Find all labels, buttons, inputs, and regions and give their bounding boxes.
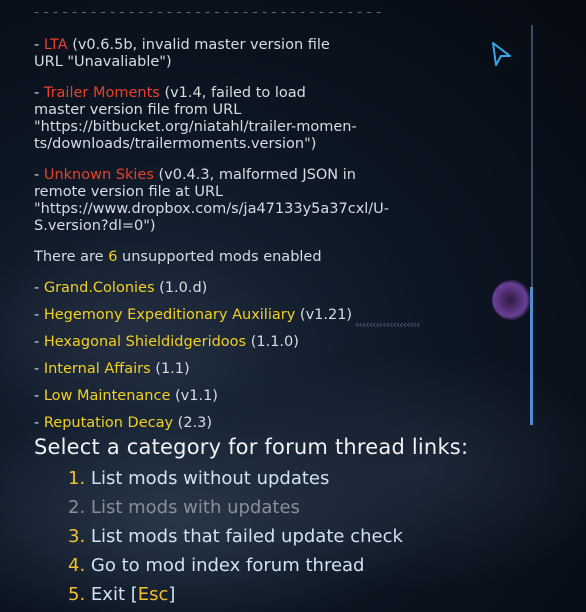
mod-version: (1.1)	[155, 361, 190, 377]
clipped-text-top: - - - - - - - - - - - - - - - - - - - - …	[34, 12, 382, 20]
menu-item-exit[interactable]: 5. Exit [Esc]	[68, 580, 403, 609]
unsupported-mod-item: - Internal Affairs (1.1)	[34, 361, 190, 377]
unsupported-mod-item: - Grand.Colonies (1.0.d)	[34, 280, 208, 296]
mod-name-lta: LTA	[43, 37, 68, 53]
menu-number: 2.	[68, 497, 86, 518]
menu-number: 4.	[68, 555, 86, 576]
failed-mod-entry: - LTA (v0.6.5b, invalid master version f…	[34, 37, 504, 71]
failed-mod-entry: - Unknown Skies (v0.4.3, malformed JSON …	[34, 167, 504, 235]
mod-name: Reputation Decay	[43, 415, 174, 431]
unsupported-summary: There are 6 unsupported mods enabled	[34, 249, 504, 266]
menu-item-failed-check[interactable]: 3. List mods that failed update check	[68, 522, 403, 551]
mod-version: (2.3)	[177, 415, 213, 431]
mod-detail-line: "https://www.dropbox.com/s/ja47133y5a37c…	[34, 201, 390, 217]
menu-number: 1.	[68, 468, 86, 489]
mod-detail-line: S.version?dl=0")	[34, 218, 156, 234]
unsupported-mod-item: - Low Maintenance (v1.1)	[34, 388, 218, 404]
menu-label-suffix: ]	[168, 584, 176, 605]
mod-version: (v1.21)	[299, 307, 353, 323]
menu-label: List mods that failed update check	[90, 526, 403, 547]
mod-detail-line: ts/downloads/trailermoments.version")	[34, 136, 317, 152]
mod-detail-line: "https://bitbucket.org/niatahl/trailer-m…	[34, 119, 357, 135]
menu-item-mod-index[interactable]: 4. Go to mod index forum thread	[68, 551, 403, 580]
menu-item-with-updates: 2. List mods with updates	[68, 493, 403, 522]
mod-report-list: - LTA (v0.6.5b, invalid master version f…	[34, 37, 504, 442]
menu-item-no-updates[interactable]: 1. List mods without updates	[68, 464, 403, 493]
unsupported-mod-item: - Reputation Decay (2.3)	[34, 415, 213, 431]
bullet: -	[34, 85, 44, 101]
mod-version: (1.0.d)	[159, 280, 208, 296]
unsupported-mod-item: - Hexagonal Shieldidgeridoos (1.1.0)	[34, 334, 299, 350]
mod-name: Low Maintenance	[43, 388, 171, 404]
menu-label: Exit [	[90, 584, 138, 605]
mod-name: Grand.Colonies	[43, 280, 155, 296]
mod-version: (v1.1)	[175, 388, 218, 404]
bullet: -	[34, 167, 44, 183]
summary-text: unsupported mods enabled	[117, 249, 322, 265]
mod-detail-line: (v0.4.3, malformed JSON in	[158, 167, 356, 183]
menu-label: List mods with updates	[90, 497, 300, 518]
mod-detail-line: master version file from URL	[34, 102, 242, 118]
mod-detail-line: (v0.6.5b, invalid master version file	[72, 37, 330, 53]
mod-detail-line: URL "Unavaliable")	[34, 54, 172, 70]
mod-name: Internal Affairs	[43, 361, 151, 377]
hotkey-esc: Esc	[137, 584, 169, 605]
bullet: -	[34, 37, 44, 53]
mod-name-trailer-moments: Trailer Moments	[43, 85, 160, 101]
mod-name-unknown-skies: Unknown Skies	[43, 167, 154, 183]
mod-detail-line: (v1.4, failed to load	[164, 85, 306, 101]
mod-name: Hegemony Expeditionary Auxiliary	[43, 307, 296, 323]
menu-label: Go to mod index forum thread	[90, 555, 365, 576]
summary-text: There are	[34, 249, 109, 265]
menu-label: List mods without updates	[90, 468, 330, 489]
menu-number: 5.	[68, 584, 86, 605]
failed-mod-entry: - Trailer Moments (v1.4, failed to load …	[34, 85, 504, 153]
category-menu: 1. List mods without updates 2. List mod…	[68, 464, 403, 609]
mod-name: Hexagonal Shieldidgeridoos	[43, 334, 247, 350]
category-prompt-heading: Select a category for forum thread links…	[34, 435, 469, 459]
unsupported-mod-item: - Hegemony Expeditionary Auxiliary (v1.2…	[34, 307, 353, 323]
mod-detail-line: remote version file at URL	[34, 184, 224, 200]
mod-version: (1.1.0)	[250, 334, 299, 350]
menu-number: 3.	[68, 526, 86, 547]
